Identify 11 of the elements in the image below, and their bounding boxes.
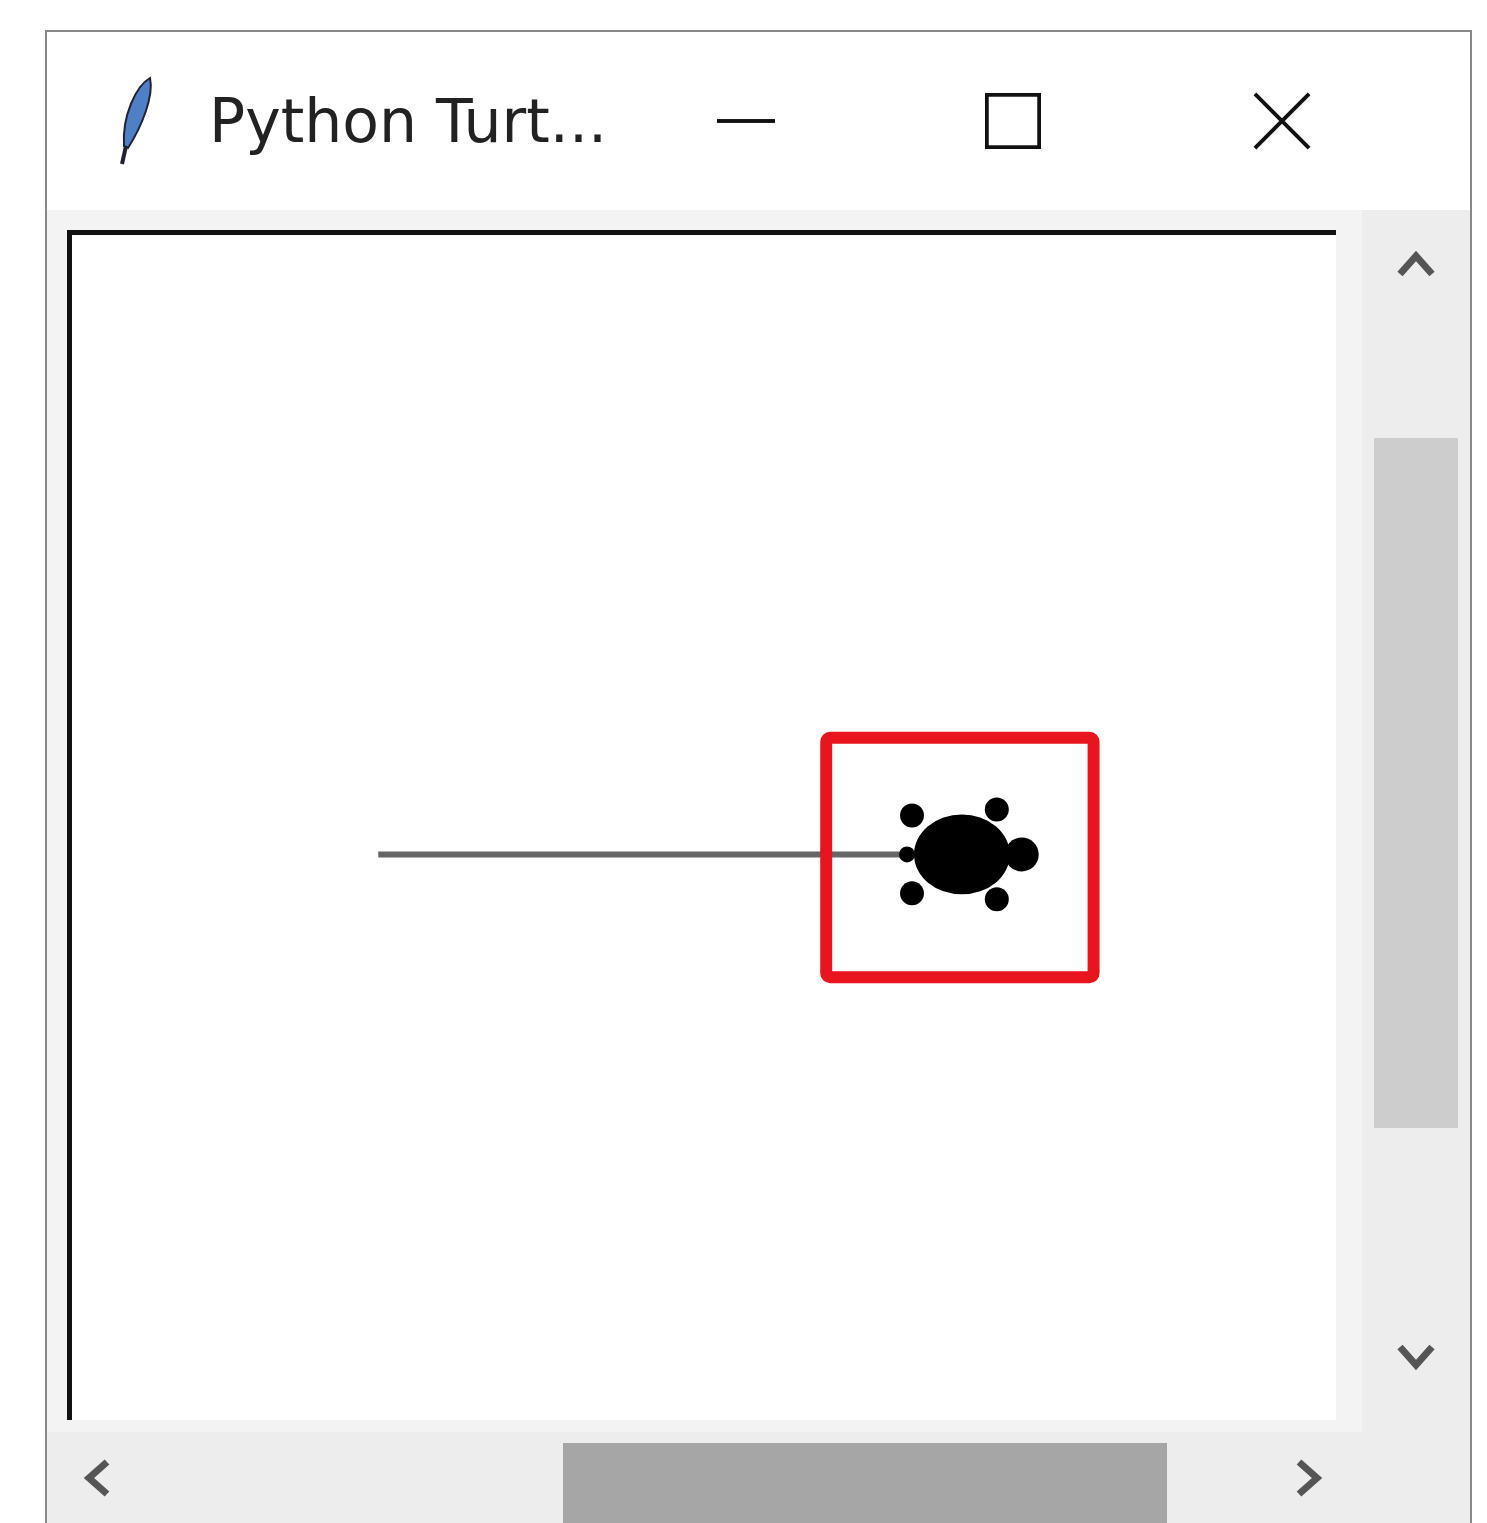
window-title: Python Turt... [209, 86, 608, 156]
close-icon[interactable] [1253, 92, 1312, 150]
scroll-thumb[interactable] [1374, 438, 1458, 1128]
turtle-icon [899, 797, 1039, 912]
maximize-icon[interactable] [985, 93, 1042, 149]
minimize-icon[interactable] [717, 116, 776, 126]
scroll-up-icon[interactable] [1396, 250, 1436, 278]
scroll-left-icon[interactable] [83, 1457, 111, 1498]
scroll-thumb[interactable] [563, 1443, 1167, 1523]
scroll-right-icon[interactable] [1295, 1457, 1323, 1498]
scroll-down-icon[interactable] [1396, 1343, 1436, 1371]
